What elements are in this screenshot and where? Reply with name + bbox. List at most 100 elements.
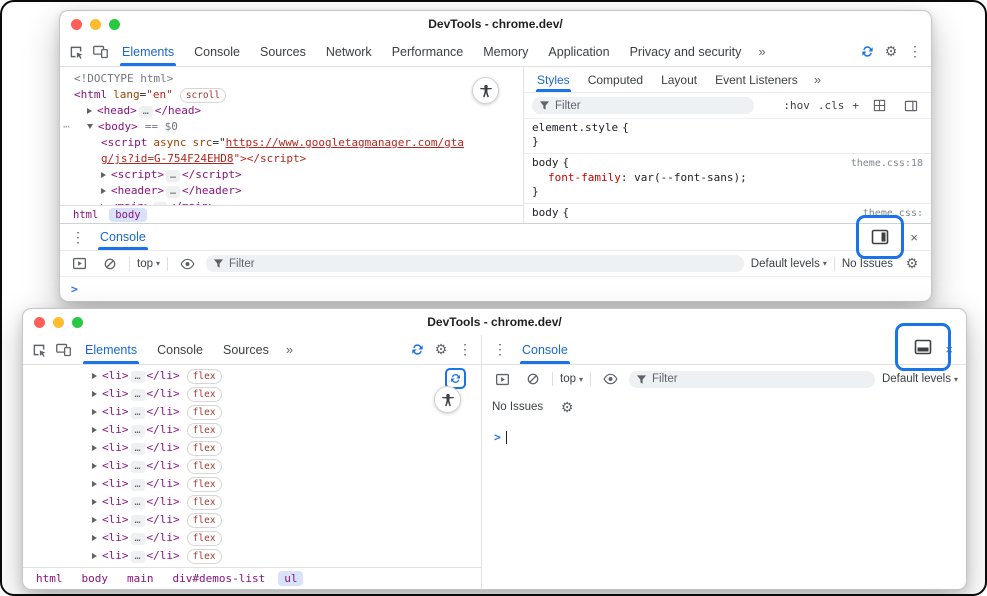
expand-arrow-icon[interactable]	[92, 445, 97, 451]
settings-gear-icon[interactable]	[879, 41, 903, 63]
tab-performance[interactable]: Performance	[382, 37, 474, 66]
kebab-menu-icon[interactable]	[488, 339, 512, 361]
ellipsis-chip[interactable]: …	[131, 497, 145, 509]
flex-badge[interactable]: flex	[187, 405, 222, 420]
expand-arrow-icon[interactable]	[101, 188, 106, 194]
titlebar[interactable]: DevTools - chrome.dev/	[60, 11, 931, 37]
panel-tab-console[interactable]: Console	[512, 335, 578, 364]
tab-computed[interactable]: Computed	[579, 67, 652, 92]
zoom-window-button[interactable]	[109, 19, 120, 30]
tab-memory[interactable]: Memory	[473, 37, 538, 66]
stylesheet-link[interactable]: theme.css:	[863, 207, 923, 221]
ellipsis-chip[interactable]: …	[131, 461, 145, 473]
titlebar[interactable]: DevTools - chrome.dev/	[23, 309, 966, 335]
console-settings-gear-icon[interactable]	[900, 253, 924, 275]
grid-icon[interactable]	[867, 95, 891, 117]
tab-sources[interactable]: Sources	[213, 335, 279, 364]
tab-layout[interactable]: Layout	[652, 67, 706, 92]
li-node[interactable]: <li>…</li>flex	[23, 475, 481, 493]
dock-to-bottom-icon[interactable]	[911, 336, 935, 358]
tab-elements[interactable]: Elements	[75, 335, 147, 364]
ellipsis-chip[interactable]: …	[131, 533, 145, 545]
li-node[interactable]: <li>…</li>flex	[23, 493, 481, 511]
context-selector[interactable]: top	[560, 373, 583, 385]
ellipsis-chip[interactable]: …	[139, 106, 153, 118]
li-node[interactable]: <li>…</li>flex	[23, 439, 481, 457]
script-node[interactable]: <script>…</script>	[60, 167, 523, 183]
ellipsis-chip[interactable]: …	[166, 186, 180, 198]
flex-badge[interactable]: flex	[187, 495, 222, 510]
flex-badge[interactable]: flex	[187, 513, 222, 528]
breadcrumb-html[interactable]: html	[30, 571, 69, 586]
flex-badge[interactable]: flex	[187, 459, 222, 474]
flex-badge[interactable]: flex	[187, 369, 222, 384]
expand-arrow-icon[interactable]	[92, 499, 97, 505]
breadcrumb-body[interactable]: body	[109, 208, 146, 222]
log-levels-selector[interactable]: Default levels	[882, 373, 958, 385]
inspect-icon[interactable]	[27, 339, 51, 361]
tab-privacy-security[interactable]: Privacy and security	[620, 37, 752, 66]
computed-panel-icon[interactable]	[899, 95, 923, 117]
console-prompt[interactable]: >	[482, 421, 966, 589]
gtag-script-node[interactable]: <scriptasyncsrc="https://www.googletagma…	[60, 135, 466, 167]
ellipsis-chip[interactable]: …	[153, 202, 167, 205]
tab-network[interactable]: Network	[316, 37, 382, 66]
main-node[interactable]: <main>…</main>	[60, 199, 523, 205]
flex-badge[interactable]: flex	[187, 441, 222, 456]
element-classes-button[interactable]: .cls	[818, 99, 845, 112]
ellipsis-chip[interactable]: …	[131, 515, 145, 527]
ellipsis-chip[interactable]: …	[131, 443, 145, 455]
console-prompt[interactable]: >	[60, 276, 931, 301]
tab-sources[interactable]: Sources	[250, 37, 316, 66]
li-node[interactable]: <li>…</li>flex	[23, 511, 481, 529]
minimize-window-button[interactable]	[90, 19, 101, 30]
close-window-button[interactable]	[34, 317, 45, 328]
html-node[interactable]: <htmllang="en"scroll	[60, 87, 523, 103]
expand-arrow-icon[interactable]	[87, 108, 92, 114]
expand-arrow-icon[interactable]	[92, 535, 97, 541]
expand-arrow-icon[interactable]	[92, 517, 97, 523]
li-node[interactable]: <li>…</li>flex	[23, 403, 481, 421]
dock-to-right-icon[interactable]	[868, 226, 892, 248]
breadcrumb-ul[interactable]: ul	[278, 571, 303, 586]
flex-badge[interactable]: flex	[187, 531, 222, 546]
scroll-badge[interactable]: scroll	[180, 88, 226, 103]
expand-arrow-icon[interactable]	[92, 409, 97, 415]
rule-element-style[interactable]: element.style{ }	[524, 119, 931, 154]
accessibility-button[interactable]	[472, 77, 499, 104]
ellipsis-chip[interactable]: …	[131, 407, 145, 419]
close-window-button[interactable]	[71, 19, 82, 30]
flex-badge[interactable]: flex	[187, 387, 222, 402]
settings-gear-icon[interactable]	[429, 339, 453, 361]
clear-console-icon[interactable]	[521, 368, 545, 390]
styles-filter-input[interactable]: Filter	[532, 97, 754, 114]
head-node[interactable]: <head>…</head>	[60, 103, 523, 119]
kebab-menu-icon[interactable]	[453, 339, 477, 361]
minimize-window-button[interactable]	[53, 317, 64, 328]
rule-body-theme-2[interactable]: body{ theme.css:	[524, 204, 931, 223]
device-toolbar-icon[interactable]	[51, 339, 75, 361]
drawer-tab-console[interactable]: Console	[90, 224, 156, 250]
ellipsis-chip[interactable]: …	[131, 371, 145, 383]
li-node[interactable]: <li>…</li>flex	[23, 367, 481, 385]
console-settings-gear-icon[interactable]	[555, 396, 579, 418]
console-sidebar-icon[interactable]	[67, 253, 91, 275]
eye-icon[interactable]	[598, 368, 622, 390]
tab-console[interactable]: Console	[184, 37, 250, 66]
expand-arrow-icon[interactable]	[92, 427, 97, 433]
expand-arrow-icon[interactable]	[92, 391, 97, 397]
tab-console[interactable]: Console	[147, 335, 213, 364]
flex-badge[interactable]: flex	[187, 477, 222, 492]
ellipsis-chip[interactable]: …	[131, 389, 145, 401]
zoom-window-button[interactable]	[72, 317, 83, 328]
tab-styles[interactable]: Styles	[528, 67, 579, 92]
log-levels-selector[interactable]: Default levels	[751, 258, 827, 270]
ellipsis-chip[interactable]: …	[166, 170, 180, 182]
sync-icon[interactable]	[405, 339, 429, 361]
inspect-icon[interactable]	[64, 41, 88, 63]
li-node[interactable]: <li>…</li>flex	[23, 547, 481, 565]
expand-arrow-icon[interactable]	[92, 373, 97, 379]
issues-counter[interactable]: No Issues	[842, 258, 893, 270]
console-sidebar-icon[interactable]	[490, 368, 514, 390]
expand-arrow-icon[interactable]	[92, 553, 97, 559]
